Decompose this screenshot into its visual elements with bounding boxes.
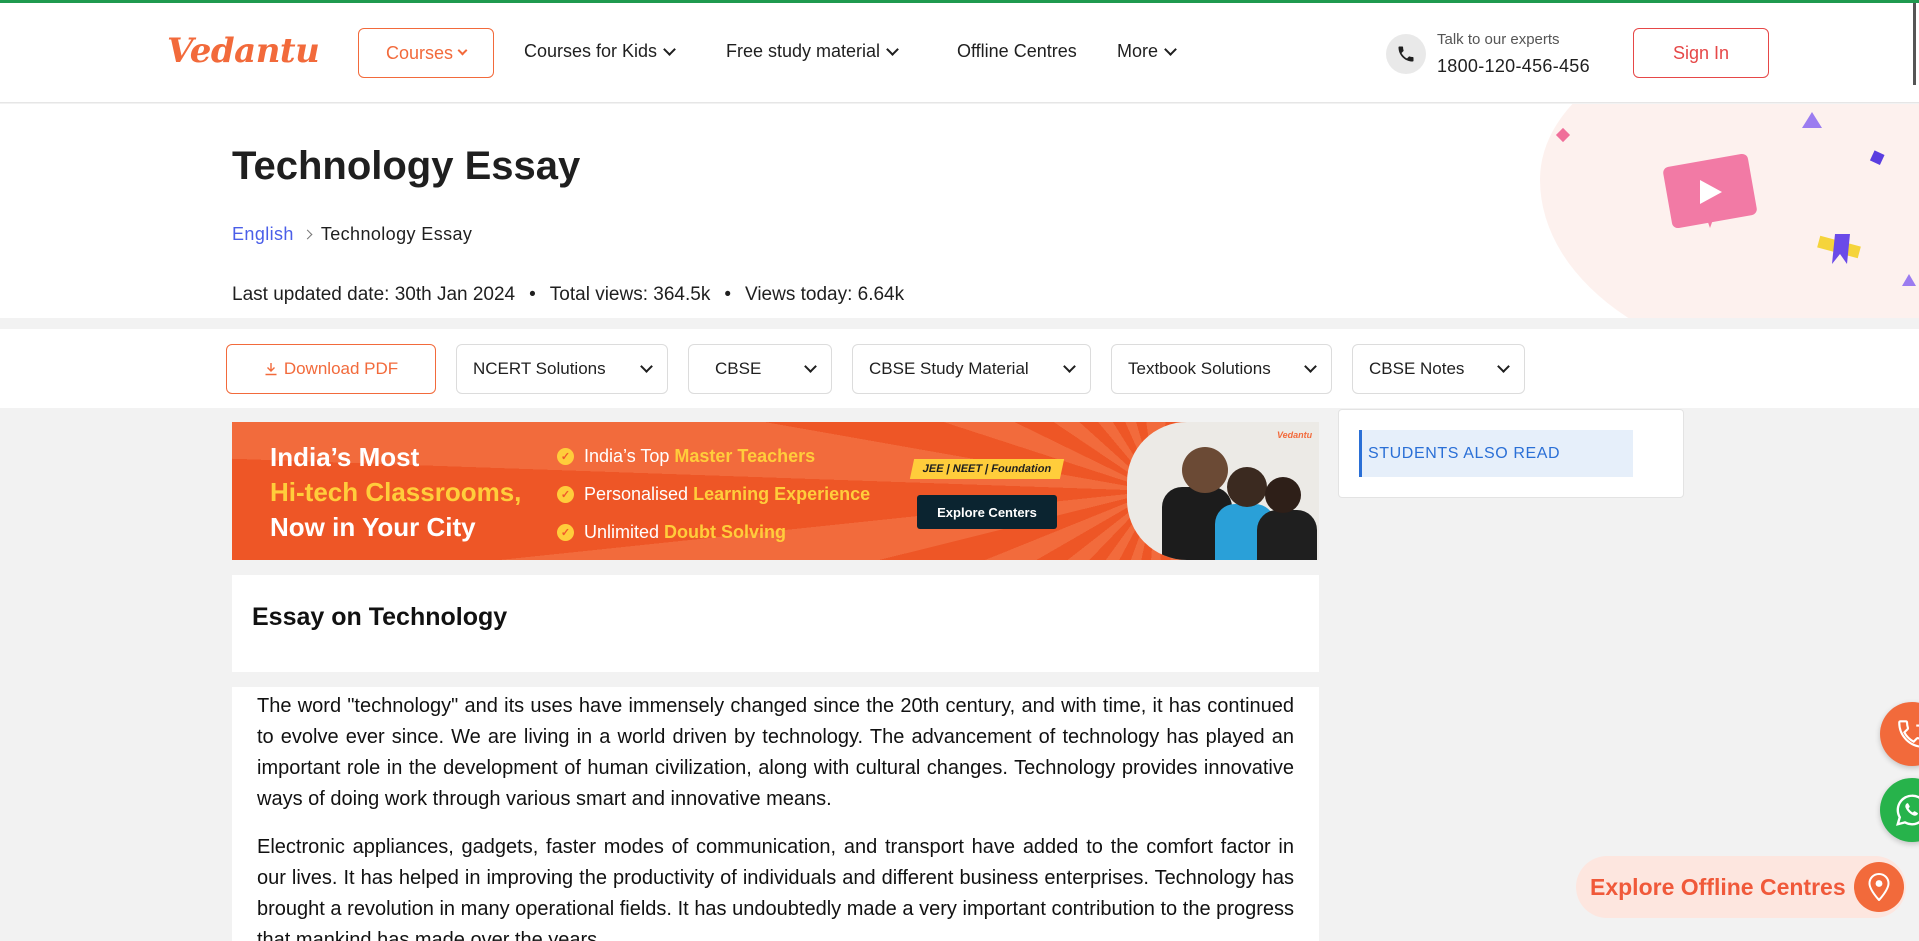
students-also-read-card: STUDENTS ALSO READ <box>1338 409 1684 498</box>
offline-centres-banner[interactable]: India’s Most Hi-tech Classrooms, Now in … <box>232 422 1319 560</box>
explore-offline-centres-button[interactable]: Explore Offline Centres <box>1576 856 1906 918</box>
point-highlight: Doubt Solving <box>664 521 787 542</box>
nav-label: Courses for Kids <box>524 41 658 61</box>
phone-number[interactable]: 1800-120-456-456 <box>1437 56 1590 77</box>
chevron-down-icon <box>663 42 676 56</box>
nav-label: More <box>1117 41 1159 61</box>
point-text: India’s Top <box>584 445 675 466</box>
nav-offline-centres[interactable]: Offline Centres <box>957 41 1077 62</box>
page-hero: Technology Essay English Technology Essa… <box>0 104 1919 318</box>
whatsapp-icon <box>1896 794 1919 826</box>
filter-bar: Download PDF NCERT Solutions CBSE CBSE S… <box>0 329 1919 408</box>
check-icon: ✓ <box>557 523 574 541</box>
download-pdf-label: Download PDF <box>283 359 399 378</box>
nav-more[interactable]: More <box>1117 41 1177 62</box>
essay-title: Essay on Technology <box>252 603 508 631</box>
page-meta: Last updated date: 30th Jan 2024 • Total… <box>232 284 904 306</box>
banner-point: ✓ Personalised Learning Experience <box>557 475 870 513</box>
banner-line: India’s Most <box>270 442 420 472</box>
essay-paragraph: The word "technology" and its uses have … <box>257 695 1294 810</box>
views-today: Views today: 6.64k <box>744 284 905 305</box>
explore-offline-centres-label: Explore Offline Centres <box>1590 873 1846 900</box>
students-also-read-heading: STUDENTS ALSO READ <box>1359 430 1633 477</box>
breadcrumb-current: Technology Essay <box>320 224 473 244</box>
check-icon: ✓ <box>557 447 574 465</box>
chevron-down-icon <box>1497 360 1510 373</box>
nav-label: Offline Centres <box>957 41 1077 61</box>
dropdown-textbook-solutions[interactable]: Textbook Solutions <box>1111 344 1332 394</box>
courses-label: Courses <box>385 42 454 63</box>
essay-body: The word "technology" and its uses have … <box>232 687 1319 941</box>
banner-logo: Vedantu <box>1277 430 1313 440</box>
sign-in-button[interactable]: Sign In <box>1633 28 1769 78</box>
total-views: Total views: 364.5k <box>549 284 711 305</box>
chevron-down-icon <box>1063 360 1076 373</box>
banner-line: Hi-tech Classrooms, <box>270 477 522 507</box>
breadcrumb-english[interactable]: English <box>232 224 294 245</box>
nav-free-study-material[interactable]: Free study material <box>726 41 899 62</box>
exam-tag-text: JEE | NEET | Foundation <box>921 463 1053 475</box>
dropdown-label: CBSE <box>715 359 762 378</box>
chevron-down-icon <box>886 42 899 56</box>
point-text: Unlimited <box>584 521 665 542</box>
vedantu-logo[interactable]: Vedantu <box>167 31 320 71</box>
download-icon <box>265 363 277 376</box>
dropdown-label: CBSE Notes <box>1369 359 1465 378</box>
chevron-down-icon <box>457 45 468 56</box>
dropdown-ncert-solutions[interactable]: NCERT Solutions <box>456 344 668 394</box>
point-highlight: Learning Experience <box>693 483 871 504</box>
location-pin-icon <box>1854 862 1904 912</box>
phone-icon[interactable] <box>1386 34 1426 74</box>
banner-line: Now in Your City <box>270 512 476 542</box>
callback-button[interactable] <box>1880 702 1919 766</box>
banner-point: ✓ Unlimited Doubt Solving <box>557 513 870 551</box>
phone-forward-icon <box>1898 720 1919 748</box>
explore-centers-button[interactable]: Explore Centers <box>917 495 1057 529</box>
dropdown-label: NCERT Solutions <box>473 359 606 378</box>
students-photo <box>1127 422 1319 560</box>
chevron-down-icon <box>1164 42 1177 56</box>
page-title: Technology Essay <box>232 144 581 188</box>
nav-courses-for-kids[interactable]: Courses for Kids <box>524 41 676 62</box>
meta-separator: • <box>724 284 731 305</box>
dropdown-label: CBSE Study Material <box>869 359 1029 378</box>
point-text: Personalised <box>584 483 694 504</box>
scrollbar-thumb[interactable] <box>1913 3 1916 85</box>
dropdown-cbse[interactable]: CBSE <box>688 344 832 394</box>
breadcrumb: English Technology Essay <box>232 224 472 245</box>
last-updated: Last updated date: 30th Jan 2024 <box>232 284 516 305</box>
chevron-right-icon <box>302 229 313 240</box>
banner-points: ✓ India’s Top Master Teachers ✓ Personal… <box>557 437 870 551</box>
meta-separator: • <box>529 284 536 305</box>
essay-header: Essay on Technology <box>232 575 1319 672</box>
banner-exam-tag: JEE | NEET | Foundation <box>909 459 1065 479</box>
point-highlight: Master Teachers <box>674 445 816 466</box>
chevron-down-icon <box>1304 360 1317 373</box>
banner-headline: India’s Most Hi-tech Classrooms, Now in … <box>270 440 521 545</box>
download-pdf-button[interactable]: Download PDF <box>226 344 436 394</box>
talk-to-experts-label: Talk to our experts <box>1437 31 1560 48</box>
decorative-illustration <box>1555 112 1916 286</box>
whatsapp-button[interactable] <box>1880 778 1919 842</box>
dropdown-cbse-notes[interactable]: CBSE Notes <box>1352 344 1525 394</box>
dropdown-cbse-study-material[interactable]: CBSE Study Material <box>852 344 1091 394</box>
chevron-down-icon <box>804 360 817 373</box>
courses-button[interactable]: Courses <box>358 28 494 78</box>
banner-point: ✓ India’s Top Master Teachers <box>557 437 870 475</box>
site-header: Vedantu Courses Courses for Kids Free st… <box>0 3 1919 103</box>
check-icon: ✓ <box>557 485 574 503</box>
dropdown-label: Textbook Solutions <box>1128 359 1271 378</box>
essay-paragraph: Electronic appliances, gadgets, faster m… <box>257 836 1294 941</box>
nav-label: Free study material <box>726 41 881 61</box>
chevron-down-icon <box>640 360 653 373</box>
